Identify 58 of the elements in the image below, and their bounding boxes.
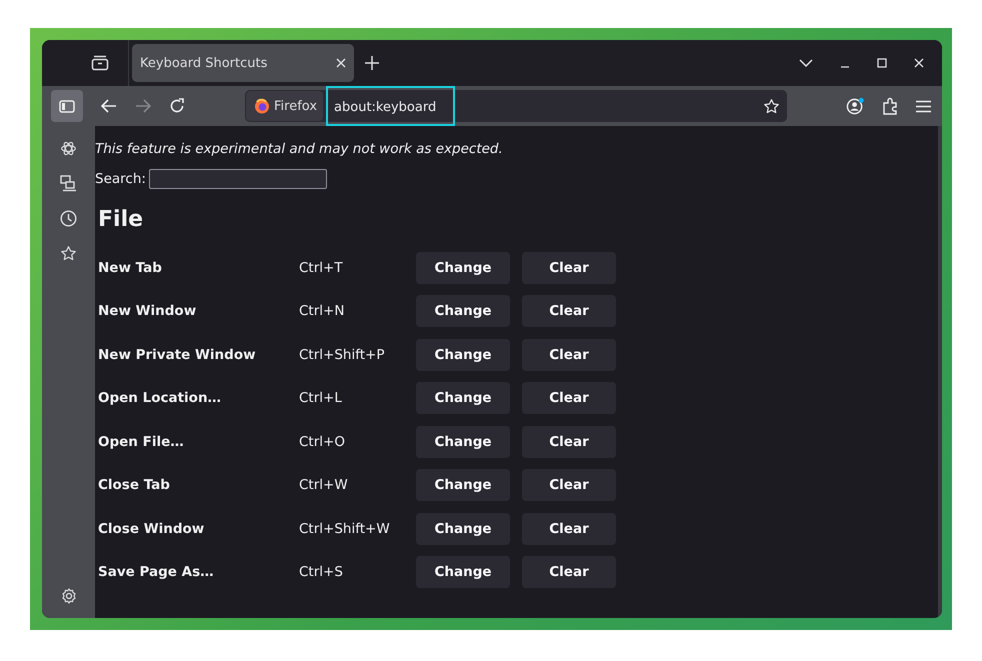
shortcut-name: New Window <box>98 303 198 320</box>
shortcut-keys: Ctrl+Shift+W <box>299 520 416 537</box>
settings-icon[interactable] <box>60 588 76 604</box>
maximize-icon[interactable] <box>877 58 887 68</box>
sidebar-icon <box>59 100 75 112</box>
shortcut-keys: Ctrl+L <box>299 390 416 406</box>
clear-button[interactable]: Clear <box>522 252 616 284</box>
shortcut-name: Close Window <box>98 520 206 537</box>
clear-button[interactable]: Clear <box>522 295 616 328</box>
shortcut-name: Close Tab <box>98 477 171 494</box>
section-heading: File <box>98 207 144 232</box>
change-button[interactable]: Change <box>416 426 510 458</box>
shortcut-keys: Ctrl+W <box>299 477 416 494</box>
change-button[interactable]: Change <box>416 338 510 371</box>
shortcut-name: New Private Window <box>98 346 257 363</box>
identity-chip[interactable]: Firefox <box>246 91 324 121</box>
clear-button[interactable]: Clear <box>522 382 616 414</box>
browser-tab[interactable]: Keyboard Shortcuts <box>132 44 354 82</box>
devices-icon[interactable] <box>60 175 77 192</box>
shortcut-name: Open Location… <box>98 390 222 406</box>
star-icon[interactable] <box>60 245 77 262</box>
close-icon[interactable] <box>336 58 346 68</box>
shortcut-keys: Ctrl+S <box>299 564 416 580</box>
search-field[interactable] <box>148 169 327 189</box>
close-icon[interactable] <box>914 58 924 68</box>
tab-list-icon[interactable] <box>91 55 109 71</box>
experimental-notice: This feature is experimental and may not work as expected. <box>95 141 504 157</box>
change-button[interactable]: Change <box>416 512 510 545</box>
change-button[interactable]: Change <box>416 252 510 284</box>
shortcut-keys: Ctrl+N <box>299 303 416 320</box>
clear-button[interactable]: Clear <box>522 556 616 588</box>
chevron-down-icon[interactable] <box>799 59 813 67</box>
shortcut-keys: Ctrl+T <box>299 260 416 276</box>
shortcut-keys: Ctrl+Shift+P <box>299 346 416 363</box>
reload-icon[interactable] <box>169 98 185 114</box>
shortcut-name: New Tab <box>98 260 163 276</box>
shortcut-name: Save Page As… <box>98 564 215 580</box>
account-icon[interactable] <box>846 96 865 116</box>
change-button[interactable]: Change <box>416 295 510 328</box>
clock-icon[interactable] <box>60 210 77 227</box>
menu-icon[interactable] <box>916 100 931 112</box>
new-tab-icon[interactable] <box>365 56 379 70</box>
change-button[interactable]: Change <box>416 556 510 588</box>
shortcut-name: Open File… <box>98 434 185 450</box>
browser-logo-icon <box>254 98 270 114</box>
puzzle-piece-icon[interactable] <box>882 97 899 115</box>
clear-button[interactable]: Clear <box>522 512 616 545</box>
sidebar-toggle-button[interactable] <box>51 90 83 122</box>
url-text[interactable]: about:keyboard <box>326 86 456 126</box>
change-button[interactable]: Change <box>416 382 510 414</box>
search-label: Search: <box>95 171 146 187</box>
clear-button[interactable]: Clear <box>522 338 616 371</box>
star-icon[interactable] <box>763 98 780 114</box>
change-button[interactable]: Change <box>416 469 510 502</box>
clear-button[interactable]: Clear <box>522 426 616 458</box>
clear-button[interactable]: Clear <box>522 469 616 502</box>
back-arrow-icon[interactable] <box>101 99 117 113</box>
shortcut-keys: Ctrl+O <box>299 434 416 450</box>
